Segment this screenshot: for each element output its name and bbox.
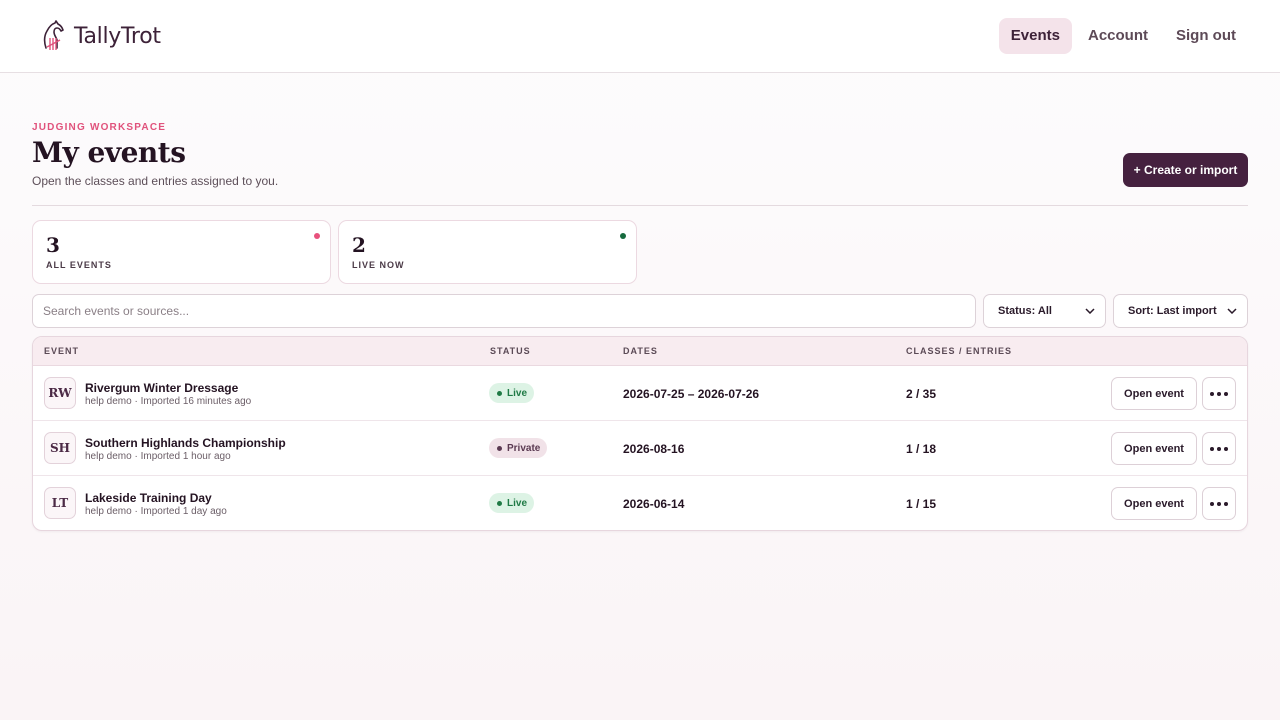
main-nav: Events Account Sign out (995, 18, 1248, 54)
status-badge: Private (489, 438, 548, 458)
column-header-event: EVENT (44, 346, 80, 356)
event-name: Southern Highlands Championship (85, 436, 286, 450)
brand[interactable]: TallyTrot (40, 20, 161, 52)
brand-name: TallyTrot (74, 23, 161, 49)
event-counts: 2 / 35 (906, 387, 937, 401)
event-initials-badge: SH (44, 432, 76, 464)
table-row[interactable]: SH Southern Highlands Championship help … (33, 421, 1247, 476)
status-dot-icon (497, 445, 502, 451)
table-header: EVENT STATUS DATES CLASSES / ENTRIES (33, 337, 1247, 366)
open-event-button[interactable]: Open event (1111, 377, 1197, 410)
sort-label: Sort: Last import (1128, 305, 1217, 317)
event-initials-badge: LT (44, 487, 76, 519)
chevron-down-icon (1227, 308, 1237, 314)
column-header-status: STATUS (490, 346, 531, 356)
status-filter-label: Status: All (998, 305, 1052, 317)
event-meta: help demo · Imported 16 minutes ago (85, 396, 252, 407)
page-eyebrow: JUDGING WORKSPACE (32, 122, 167, 133)
status-filter-select[interactable]: Status: All (983, 294, 1106, 328)
divider (32, 205, 1248, 206)
dot (1224, 501, 1228, 506)
open-event-button[interactable]: Open event (1111, 432, 1197, 465)
status-label: Private (507, 442, 541, 454)
event-initials-badge: RW (44, 377, 76, 409)
stat-card-all-events[interactable]: 3 ALL EVENTS (32, 220, 331, 284)
event-meta: help demo · Imported 1 hour ago (85, 451, 231, 462)
event-dates: 2026-08-16 (623, 442, 685, 456)
horse-tally-logo-icon (43, 20, 64, 50)
event-name: Rivergum Winter Dressage (85, 381, 239, 395)
status-dot-icon (497, 500, 502, 506)
page-title: My events (32, 136, 186, 169)
status-dot-icon (314, 233, 320, 239)
column-header-dates: DATES (623, 346, 658, 356)
create-or-import-button[interactable]: + Create or import (1123, 153, 1248, 187)
dot (1217, 391, 1221, 396)
stat-value: 2 (352, 233, 366, 257)
status-badge: Live (489, 383, 535, 403)
status-label: Live (507, 497, 528, 509)
event-dates: 2026-07-25 – 2026-07-26 (623, 387, 760, 401)
more-actions-button[interactable] (1202, 377, 1236, 410)
search-input[interactable] (32, 294, 976, 328)
dot (1224, 446, 1228, 451)
event-counts: 1 / 18 (906, 442, 937, 456)
dot (1210, 501, 1214, 506)
event-meta: help demo · Imported 1 day ago (85, 506, 227, 517)
more-actions-button[interactable] (1202, 487, 1236, 520)
events-table: EVENT STATUS DATES CLASSES / ENTRIES RW … (32, 336, 1248, 531)
table-row[interactable]: LT Lakeside Training Day help demo · Imp… (33, 476, 1247, 530)
sort-select[interactable]: Sort: Last import (1113, 294, 1248, 328)
more-actions-button[interactable] (1202, 432, 1236, 465)
table-row[interactable]: RW Rivergum Winter Dressage help demo · … (33, 366, 1247, 421)
nav-sign-out[interactable]: Sign out (1164, 18, 1248, 54)
dot (1217, 501, 1221, 506)
stat-value: 3 (46, 233, 60, 257)
status-dot-icon (620, 233, 626, 239)
nav-account[interactable]: Account (1076, 18, 1160, 54)
status-label: Live (507, 387, 528, 399)
event-counts: 1 / 15 (906, 497, 937, 511)
status-dot-icon (497, 390, 502, 396)
dot (1210, 446, 1214, 451)
status-badge: Live (489, 493, 535, 513)
dot (1217, 446, 1221, 451)
open-event-button[interactable]: Open event (1111, 487, 1197, 520)
dot (1224, 391, 1228, 396)
stat-label: LIVE NOW (352, 260, 405, 270)
nav-events[interactable]: Events (998, 18, 1072, 54)
event-name: Lakeside Training Day (85, 491, 212, 505)
event-dates: 2026-06-14 (623, 497, 685, 511)
chevron-down-icon (1085, 308, 1095, 314)
stat-label: ALL EVENTS (46, 260, 112, 270)
dot (1210, 391, 1214, 396)
page-subtitle: Open the classes and entries assigned to… (32, 174, 279, 188)
top-bar: TallyTrot Events Account Sign out (0, 0, 1280, 73)
stat-card-live-now[interactable]: 2 LIVE NOW (338, 220, 637, 284)
column-header-classes-entries: CLASSES / ENTRIES (906, 346, 1013, 356)
